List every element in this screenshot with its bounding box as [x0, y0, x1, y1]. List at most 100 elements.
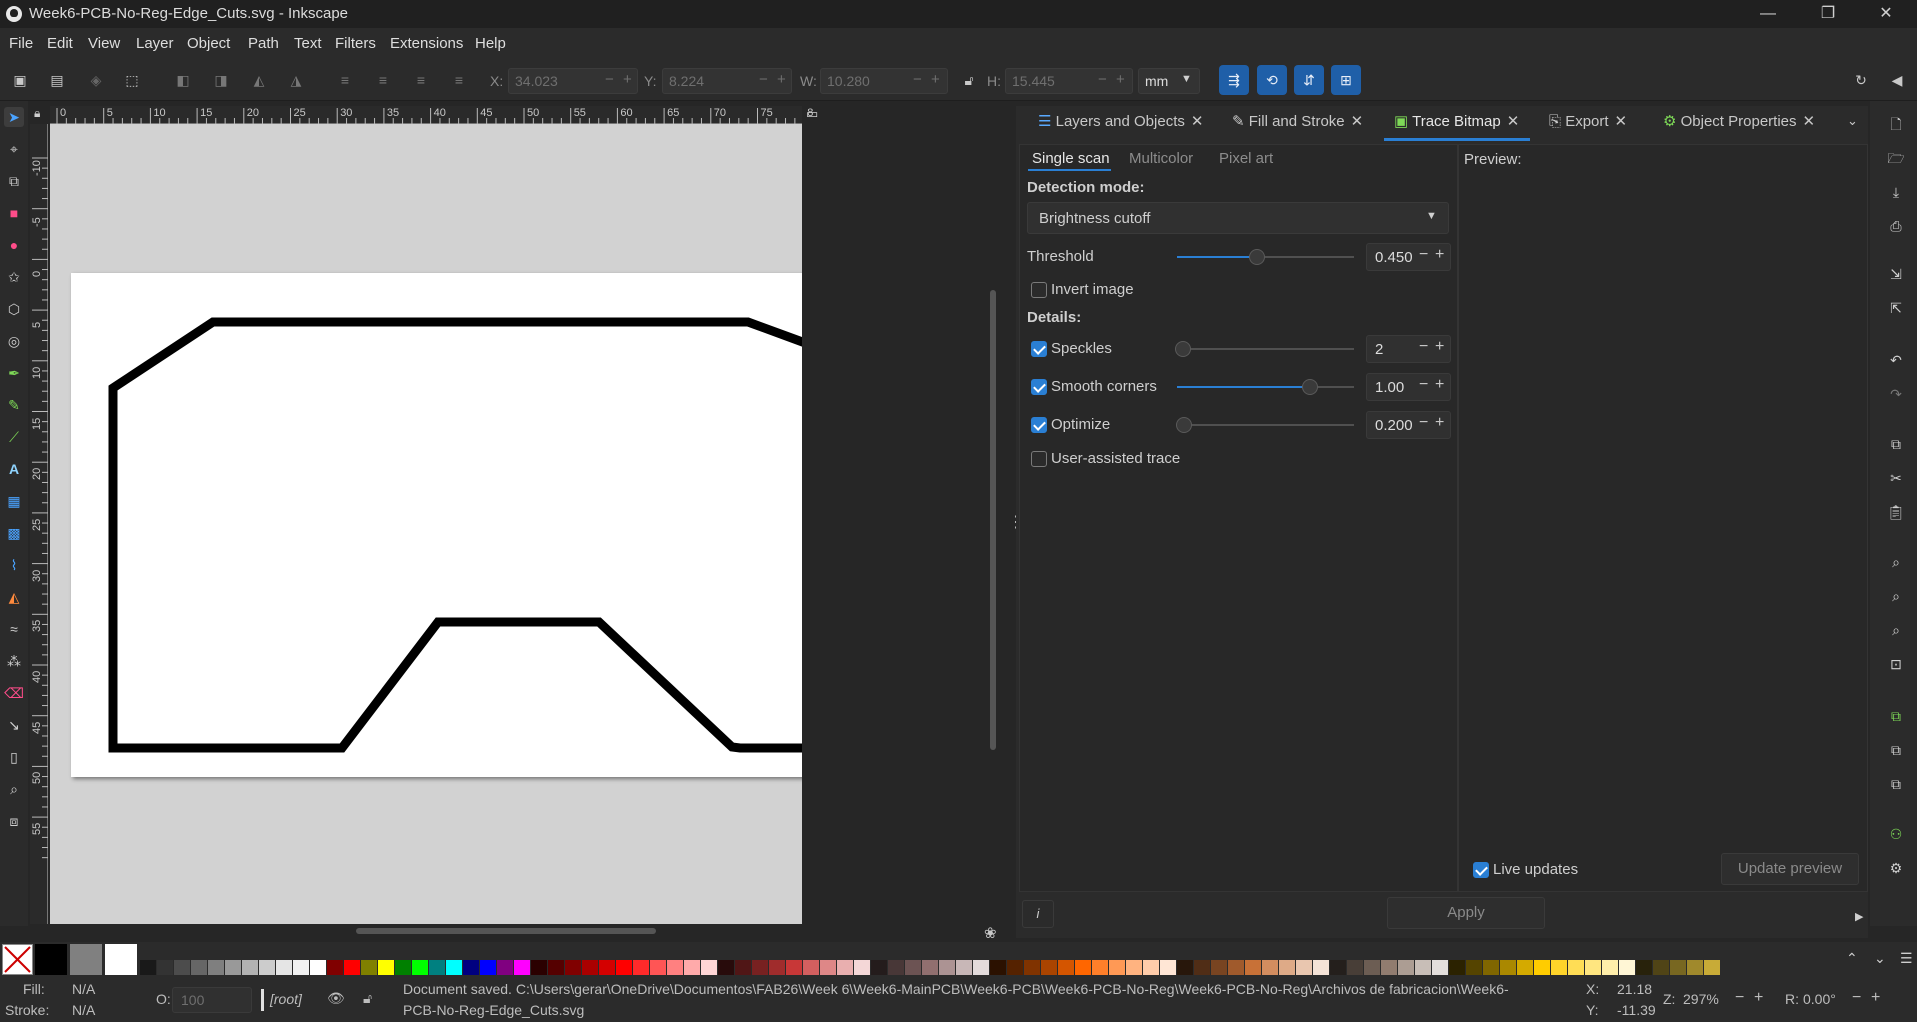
invert-image-checkbox[interactable] [1031, 282, 1047, 298]
color-swatch[interactable] [1466, 960, 1482, 975]
color-swatch[interactable] [1279, 960, 1295, 975]
smooth-corners-spinbox[interactable]: 1.00 − + [1366, 373, 1451, 401]
measure-tool-icon[interactable]: ⧈ [4, 811, 24, 831]
info-icon[interactable]: i [1022, 900, 1054, 928]
color-swatch[interactable] [1432, 960, 1448, 975]
subtab-multicolor[interactable]: Multicolor [1129, 150, 1193, 167]
layer-lock-icon[interactable]: 🔓︎ [363, 990, 372, 1007]
color-swatch[interactable] [276, 960, 292, 975]
lower-icon[interactable]: ≡ [410, 69, 432, 91]
close-tab-icon[interactable]: ✕ [1615, 113, 1628, 130]
minimize-button[interactable]: — [1745, 2, 1791, 26]
menu-extensions[interactable]: Extensions [390, 35, 463, 52]
color-swatch[interactable] [1364, 960, 1380, 975]
color-swatch[interactable] [939, 960, 955, 975]
select-touch-icon[interactable]: ⬚ [121, 69, 143, 91]
color-swatch[interactable] [922, 960, 938, 975]
close-tab-icon[interactable]: ✕ [1191, 113, 1204, 130]
star-tool-icon[interactable]: ✩ [4, 267, 24, 287]
detection-mode-dropdown[interactable]: Brightness cutoff ▼ [1027, 202, 1449, 234]
color-swatch[interactable] [1160, 960, 1176, 975]
scale-stroke-icon[interactable]: ⇶ [1219, 65, 1249, 95]
color-swatch[interactable] [837, 960, 853, 975]
color-swatch[interactable] [157, 960, 173, 975]
color-swatch[interactable] [786, 960, 802, 975]
color-swatch[interactable] [1517, 960, 1533, 975]
tabs-overflow-chevron-icon[interactable]: ⌄ [1847, 113, 1858, 129]
edge-cuts-outline[interactable] [71, 273, 802, 777]
close-tab-icon[interactable]: ✕ [1803, 113, 1816, 130]
color-swatch[interactable] [242, 960, 258, 975]
color-swatch[interactable] [1619, 960, 1635, 975]
color-swatch[interactable] [1262, 960, 1278, 975]
color-swatch[interactable] [973, 960, 989, 975]
color-swatch[interactable] [803, 960, 819, 975]
tab-trace-bitmap[interactable]: ▣ Trace Bitmap ✕ [1394, 112, 1519, 138]
color-swatch[interactable] [105, 944, 137, 975]
palette-scroll-up-icon[interactable]: ⌃ [1846, 950, 1858, 967]
zoom-center-icon[interactable]: ⊡ [1886, 654, 1906, 674]
color-swatch[interactable] [412, 960, 428, 975]
increment-button[interactable]: + [1435, 246, 1444, 264]
color-swatch[interactable] [565, 960, 581, 975]
optimize-slider-knob[interactable] [1176, 417, 1192, 433]
color-swatch[interactable] [1126, 960, 1142, 975]
select-all-icon[interactable]: ▣ [9, 69, 31, 91]
raise-icon[interactable]: ≡ [372, 69, 394, 91]
color-swatch[interactable] [1653, 960, 1669, 975]
fill-value[interactable]: N/A [72, 981, 95, 997]
color-swatch[interactable] [1330, 960, 1346, 975]
speckles-slider-knob[interactable] [1175, 341, 1191, 357]
tab-object-properties[interactable]: ⚙︎ Object Properties ✕ [1663, 112, 1815, 138]
node-tool-icon[interactable]: ⌖ [4, 139, 24, 159]
zoom-out-button[interactable]: − [1735, 989, 1744, 1007]
speckles-slider[interactable] [1175, 341, 1354, 357]
paint-bucket-tool-icon[interactable]: ◭ [4, 587, 24, 607]
color-swatch[interactable] [1398, 960, 1414, 975]
ellipse-tool-icon[interactable]: ● [4, 235, 24, 255]
menu-text[interactable]: Text [294, 35, 322, 52]
color-swatch[interactable] [548, 960, 564, 975]
cut-icon[interactable]: ✂ [1886, 468, 1906, 488]
user-assisted-trace-checkbox[interactable] [1031, 451, 1047, 467]
tweak-tool-icon[interactable]: ≈ [4, 619, 24, 639]
color-swatch[interactable] [871, 960, 887, 975]
zoom-tool-icon[interactable]: ⌕ [4, 779, 24, 799]
close-tab-icon[interactable]: ✕ [1507, 113, 1520, 130]
color-swatch[interactable] [225, 960, 241, 975]
layer-visibility-icon[interactable]: 👁︎ [327, 990, 345, 1007]
unit-select[interactable]: mm ▼ [1138, 68, 1200, 94]
scale-radius-icon[interactable]: ⟲ [1257, 65, 1287, 95]
color-swatch[interactable] [446, 960, 462, 975]
spray-tool-icon[interactable]: ⁂ [4, 651, 24, 671]
mesh-tool-icon[interactable]: ▩ [4, 523, 24, 543]
new-document-icon[interactable]: 🗋︎ [1886, 114, 1906, 134]
connector-tool-icon[interactable]: ↘ [4, 715, 24, 735]
current-layer[interactable]: [root] [270, 991, 302, 1007]
decrement-button[interactable]: − [1419, 338, 1428, 356]
menu-path[interactable]: Path [248, 35, 279, 52]
palette-scroll-down-icon[interactable]: ⌄ [1874, 950, 1886, 967]
rotate-ccw-icon[interactable]: ◧ [172, 69, 194, 91]
smooth-corners-checkbox[interactable] [1031, 379, 1047, 395]
color-swatch[interactable] [1415, 960, 1431, 975]
pencil-tool-icon[interactable]: ✎ [4, 395, 24, 415]
apply-button[interactable]: Apply [1387, 897, 1545, 929]
color-swatch[interactable] [599, 960, 615, 975]
rotate-minus-button[interactable]: − [1852, 989, 1861, 1007]
x-field[interactable]: X: 34.023 − + [490, 68, 638, 94]
move-gradients-icon[interactable]: ⇵ [1294, 65, 1324, 95]
color-swatch[interactable] [480, 960, 496, 975]
rotate-plus-button[interactable]: + [1871, 989, 1880, 1007]
color-swatch[interactable] [1687, 960, 1703, 975]
maximize-button[interactable]: ❐ [1805, 2, 1851, 26]
color-swatch[interactable] [1347, 960, 1363, 975]
color-swatch[interactable] [752, 960, 768, 975]
threshold-spinbox[interactable]: 0.450 − + [1366, 243, 1451, 271]
color-swatch[interactable] [1296, 960, 1312, 975]
color-swatch[interactable] [310, 960, 326, 975]
color-swatch[interactable] [70, 944, 102, 975]
color-swatch[interactable] [633, 960, 649, 975]
menu-file[interactable]: File [9, 35, 33, 52]
shape-builder-icon[interactable]: ⧉ [4, 171, 24, 191]
